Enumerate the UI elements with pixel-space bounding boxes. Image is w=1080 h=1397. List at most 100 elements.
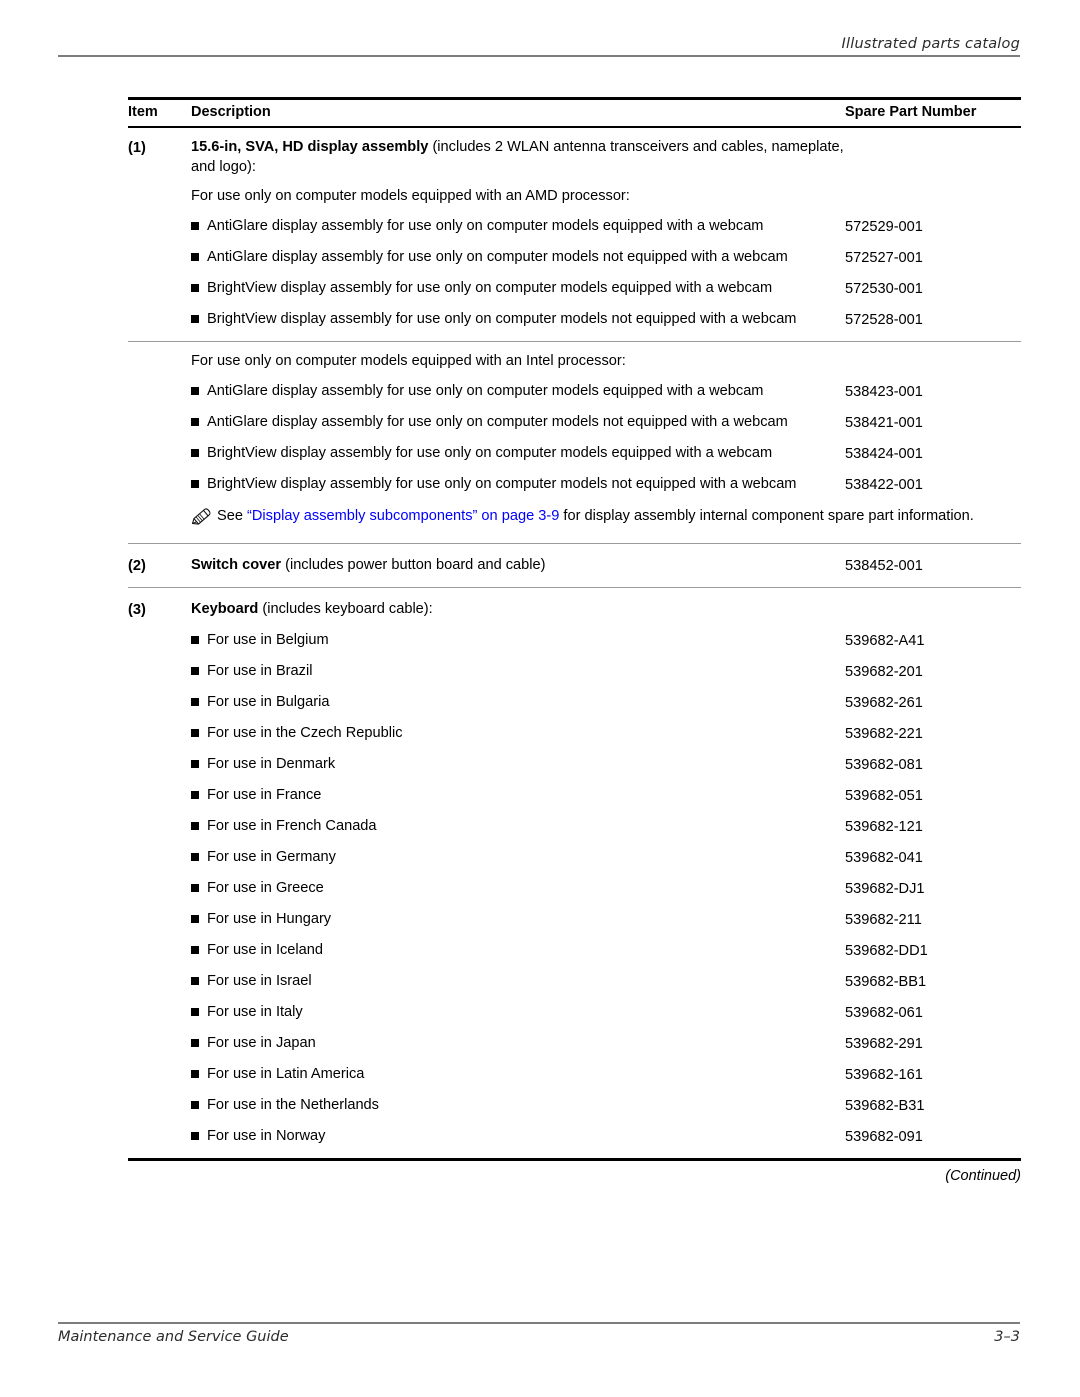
bullet-text: BrightView display assembly for use only… (207, 445, 773, 461)
list-item: BrightView display assembly for use only… (128, 433, 1021, 464)
bullet-text: BrightView display assembly for use only… (207, 476, 797, 492)
column-header-spare-part-number: Spare Part Number (845, 104, 977, 120)
note-link[interactable]: “Display assembly subcomponents” on page… (247, 508, 559, 524)
list-item: AntiGlare display assembly for use only … (128, 237, 1021, 268)
bullet-spare-part-number: 572529-001 (845, 219, 923, 235)
bullet-body: For use in Denmark (191, 754, 845, 774)
footer-guide-title: Maintenance and Service Guide (58, 1329, 289, 1345)
bullet-body: BrightView display assembly for use only… (191, 443, 845, 463)
row-title-bold: Switch cover (191, 557, 282, 573)
bullet-spare-part-number: 539682-B31 (845, 1098, 925, 1114)
list-item: For use in France 539682-051 (128, 775, 1021, 806)
table-header-row: Item Description Spare Part Number (128, 100, 1021, 126)
row-description: Keyboard (includes keyboard cable): (191, 599, 845, 619)
bullet-text: AntiGlare display assembly for use only … (207, 383, 764, 399)
intel-heading-part-spacer (845, 342, 1021, 343)
square-bullet-icon (191, 1101, 199, 1109)
square-bullet-icon (191, 480, 199, 488)
square-bullet-icon (191, 315, 199, 323)
bullet-body: AntiGlare display assembly for use only … (191, 381, 845, 401)
bullet-body: For use in Brazil (191, 661, 845, 681)
bullet-spare-part-number: 539682-161 (845, 1067, 923, 1083)
keyboard-country-list: For use in Belgium 539682-A41 For use in B… (128, 620, 1021, 1147)
square-bullet-icon (191, 822, 199, 830)
bullet-body: For use in Belgium (191, 630, 845, 650)
bullet-body: For use in Israel (191, 971, 845, 991)
list-item: AntiGlare display assembly for use only … (128, 206, 1021, 237)
bullet-text: BrightView display assembly for use only… (207, 311, 797, 327)
bullet-body: AntiGlare display assembly for use only … (191, 412, 845, 432)
bullet-body: AntiGlare display assembly for use only … (191, 247, 845, 267)
list-item: For use in the Netherlands 539682-B31 (128, 1085, 1021, 1116)
square-bullet-icon (191, 760, 199, 768)
note-block: See “Display assembly subcomponents” on … (128, 495, 1021, 543)
list-item: BrightView display assembly for use only… (128, 268, 1021, 299)
square-bullet-icon (191, 667, 199, 675)
row-indent-spacer (128, 177, 191, 178)
square-bullet-icon (191, 853, 199, 861)
amd-heading-part-spacer (845, 177, 1021, 178)
list-item: For use in Denmark 539682-081 (128, 744, 1021, 775)
bullet-body: For use in Japan (191, 1033, 845, 1053)
bullet-spare-part-number: 539682-BB1 (845, 974, 927, 990)
square-bullet-icon (191, 1039, 199, 1047)
bullet-text: BrightView display assembly for use only… (207, 280, 773, 296)
bullet-body: For use in the Czech Republic (191, 723, 845, 743)
bullet-spare-part-number: 539682-A41 (845, 633, 925, 649)
list-item: For use in Brazil 539682-201 (128, 651, 1021, 682)
bullet-spare-part-number: 539682-121 (845, 819, 923, 835)
list-item: For use in Norway 539682-091 (128, 1116, 1021, 1147)
square-bullet-icon (191, 915, 199, 923)
list-item: For use in Italy 539682-061 (128, 992, 1021, 1023)
row-title-bold: 15.6-in, SVA, HD display assembly (191, 139, 429, 155)
bullet-spare-part-number: 538423-001 (845, 384, 923, 400)
continued-label: (Continued) (945, 1168, 1021, 1184)
bullet-body: BrightView display assembly for use only… (191, 278, 845, 298)
amd-processor-heading: For use only on computer models equipped… (191, 188, 630, 204)
bullet-spare-part-number: 572530-001 (845, 281, 923, 297)
bullet-spare-part-number: 572528-001 (845, 312, 923, 328)
bullet-text: For use in Japan (207, 1035, 316, 1051)
row-spare-part-number: 538452-001 (845, 558, 923, 574)
bullet-text: For use in Brazil (207, 663, 313, 679)
bullet-body: For use in Italy (191, 1002, 845, 1022)
list-item: For use in the Czech Republic 539682-221 (128, 713, 1021, 744)
bullet-text: For use in Belgium (207, 632, 329, 648)
bullet-text: For use in Greece (207, 880, 324, 896)
bullet-body: BrightView display assembly for use only… (191, 309, 845, 329)
bullet-text: AntiGlare display assembly for use only … (207, 249, 788, 265)
bullet-spare-part-number: 539682-211 (845, 912, 922, 928)
bullet-text: For use in Germany (207, 849, 336, 865)
footer-page-number: 3–3 (994, 1329, 1020, 1345)
bullet-body: For use in Norway (191, 1126, 845, 1146)
bullet-body: For use in Iceland (191, 940, 845, 960)
bullet-body: For use in Germany (191, 847, 845, 867)
bullet-text: For use in Bulgaria (207, 694, 330, 710)
square-bullet-icon (191, 698, 199, 706)
row-item-number: (2) (128, 558, 146, 574)
square-bullet-icon (191, 977, 199, 985)
table-row: (2) Switch cover (includes power button … (128, 544, 1021, 587)
square-bullet-icon (191, 729, 199, 737)
bullet-text: For use in Israel (207, 973, 312, 989)
list-item: AntiGlare display assembly for use only … (128, 402, 1021, 433)
bullet-body: For use in Latin America (191, 1064, 845, 1084)
bullet-spare-part-number: 539682-081 (845, 757, 923, 773)
square-bullet-icon (191, 1132, 199, 1140)
bullet-spare-part-number: 539682-DD1 (845, 943, 928, 959)
list-item: For use in Israel 539682-BB1 (128, 961, 1021, 992)
bullet-text: For use in Iceland (207, 942, 324, 958)
square-bullet-icon (191, 884, 199, 892)
bullet-spare-part-number: 539682-061 (845, 1005, 923, 1021)
square-bullet-icon (191, 387, 199, 395)
column-header-description: Description (191, 104, 271, 120)
bullet-body: BrightView display assembly for use only… (191, 474, 845, 494)
list-item: For use in Belgium 539682-A41 (128, 620, 1021, 651)
pencil-note-icon (191, 506, 217, 532)
bullet-text: For use in France (207, 787, 322, 803)
running-footer: Maintenance and Service Guide 3–3 (58, 1322, 1020, 1345)
list-item: For use in Germany 539682-041 (128, 837, 1021, 868)
bullet-body: For use in the Netherlands (191, 1095, 845, 1115)
row-description: 15.6-in, SVA, HD display assembly (inclu… (191, 137, 845, 177)
bullet-spare-part-number: 538424-001 (845, 446, 923, 462)
